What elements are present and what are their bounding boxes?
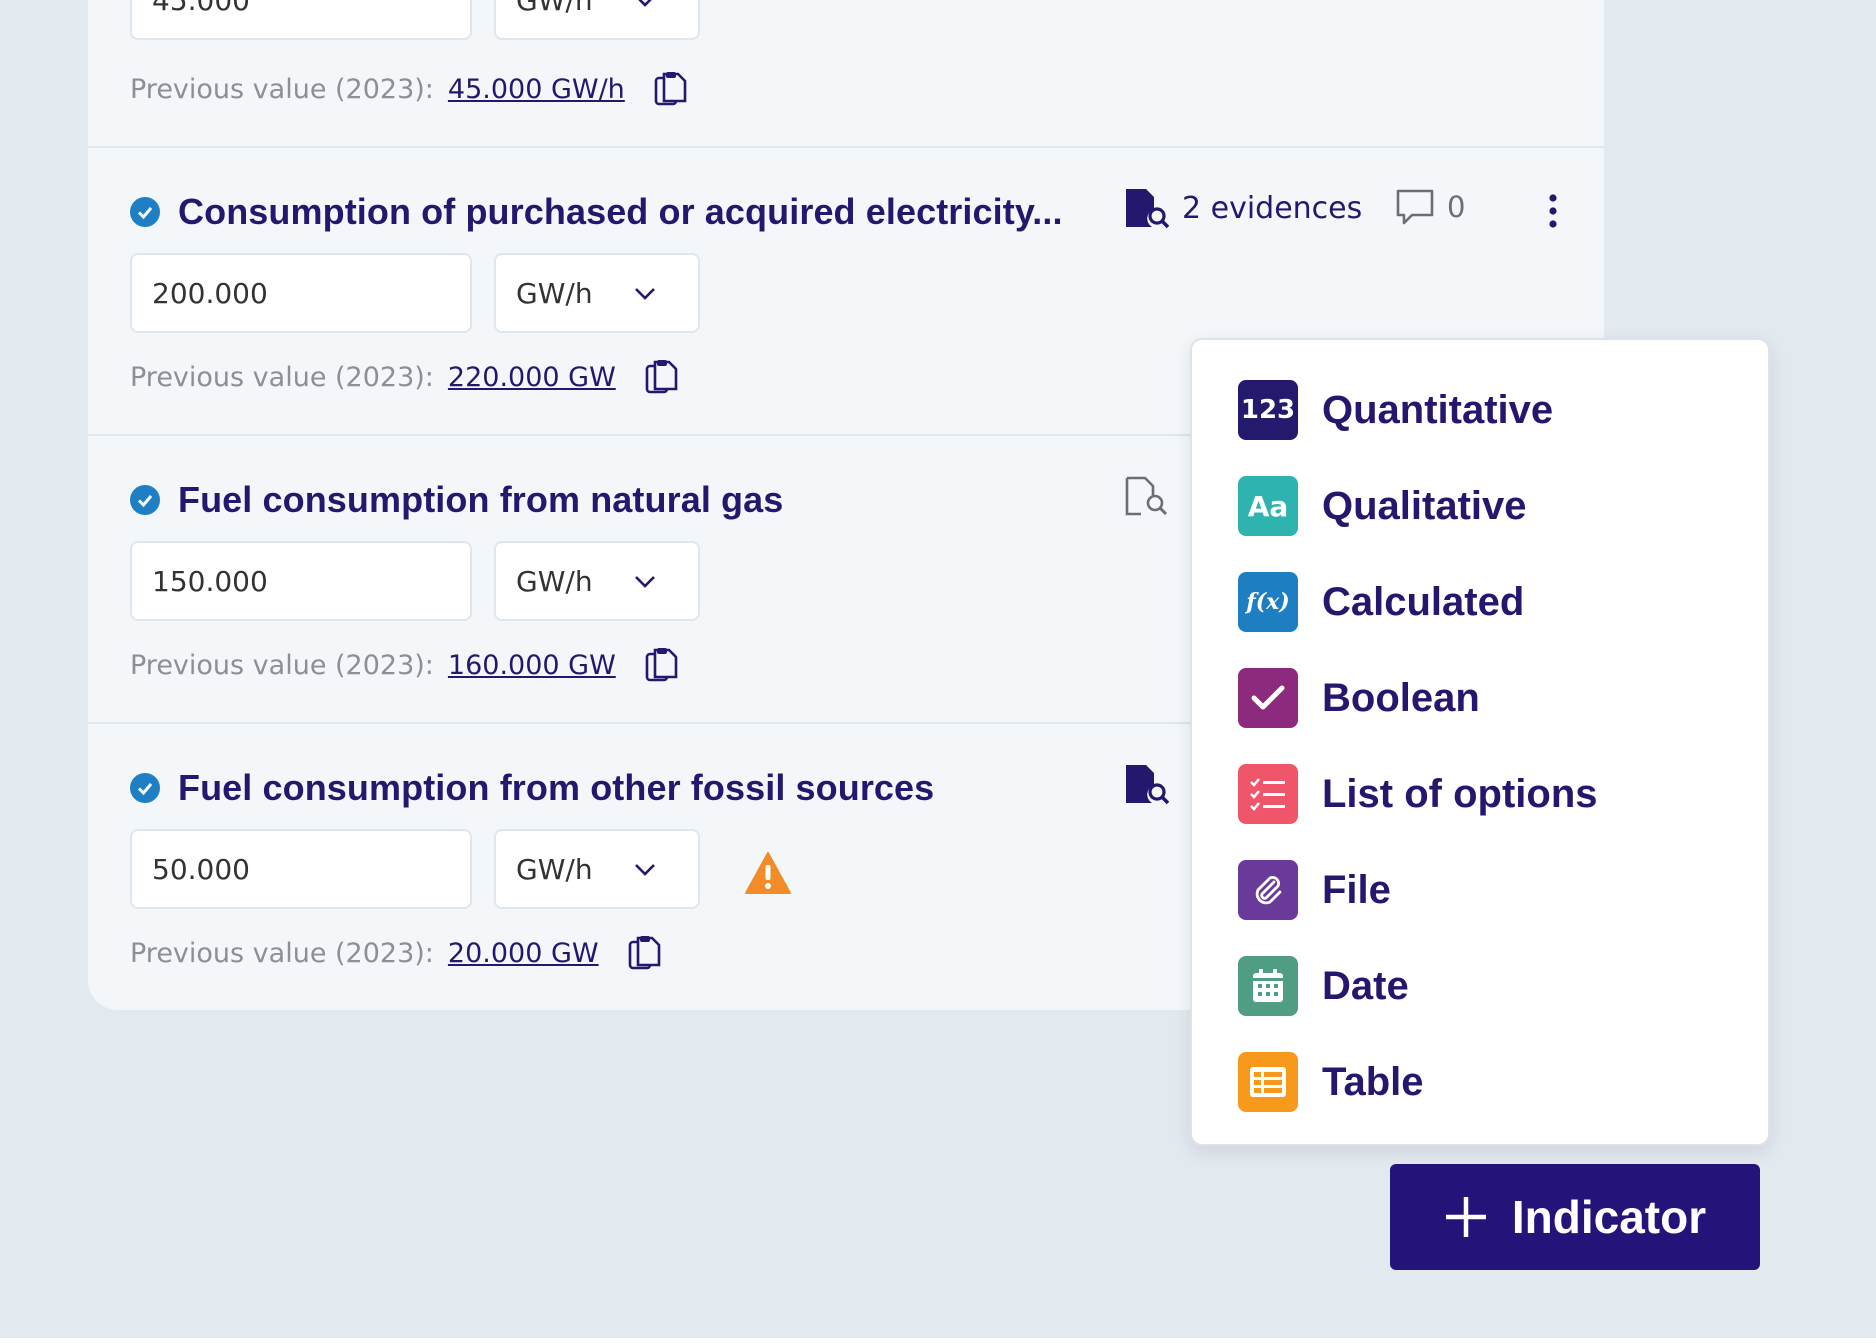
value-input[interactable]: 200.000 (130, 253, 472, 333)
copy-icon[interactable] (627, 934, 663, 972)
evidences-badge[interactable] (1124, 475, 1170, 517)
evidences-count: 2 evidences (1182, 190, 1363, 226)
plus-icon (1445, 1197, 1486, 1237)
previous-value-label: Previous value (2023): (130, 361, 434, 393)
copy-icon[interactable] (644, 358, 680, 396)
add-indicator-button[interactable]: Indicator (1390, 1164, 1760, 1270)
table-icon (1238, 1052, 1298, 1112)
value-text: 200.000 (152, 276, 268, 310)
previous-value-line: Previous value (2023): 220.000 GW (130, 357, 680, 397)
menu-item-quantitative[interactable]: 123 Quantitative (1238, 379, 1553, 441)
menu-item-label: Quantitative (1322, 387, 1554, 432)
indicator-title[interactable]: Consumption of purchased or acquired ele… (178, 191, 1063, 233)
unit-text: GW/h (516, 276, 593, 310)
previous-value-line: Previous value (2023): 20.000 GW (130, 933, 663, 973)
value-text: 45.000 (152, 0, 250, 17)
add-indicator-label: Indicator (1511, 1191, 1707, 1243)
menu-item-table[interactable]: Table (1238, 1051, 1424, 1113)
menu-item-qualitative[interactable]: Aa Qualitative (1238, 475, 1527, 537)
menu-item-file[interactable]: File (1238, 859, 1391, 921)
document-search-outline-icon (1125, 476, 1168, 516)
unit-text: GW/h (516, 0, 593, 17)
menu-item-label: Table (1322, 1059, 1424, 1104)
menu-item-label: Qualitative (1322, 483, 1527, 528)
menu-item-label: Date (1322, 963, 1409, 1008)
unit-text: GW/h (516, 564, 593, 598)
previous-value-link[interactable]: 45.000 GW/h (448, 74, 625, 105)
value-input[interactable]: 50.000 (130, 829, 472, 909)
value-input[interactable]: 45.000 (130, 0, 472, 40)
function-icon: f(x) (1238, 572, 1298, 632)
chevron-down-icon (638, 0, 652, 7)
indicator-title[interactable]: Fuel consumption from other fossil sourc… (178, 767, 934, 809)
value-text: 150.000 (152, 564, 268, 598)
menu-item-label: List of options (1322, 771, 1598, 816)
copy-icon[interactable] (644, 646, 680, 684)
check-circle-icon (130, 485, 160, 515)
document-search-icon (1126, 189, 1170, 229)
comments-badge[interactable]: 0 (1395, 187, 1465, 227)
value-input[interactable]: 150.000 (130, 541, 472, 621)
previous-value-label: Previous value (2023): (130, 649, 434, 681)
menu-item-date[interactable]: Date (1238, 955, 1409, 1017)
checklist-icon (1238, 764, 1298, 824)
evidences-badge[interactable]: 2 evidences (1124, 187, 1362, 229)
row-divider (88, 146, 1604, 148)
indicator-title[interactable]: Fuel consumption from natural gas (178, 479, 783, 521)
value-text: 50.000 (152, 852, 250, 886)
chevron-down-icon (635, 576, 655, 588)
unit-select[interactable]: GW/h (494, 253, 700, 333)
check-circle-icon (130, 197, 160, 227)
copy-icon[interactable] (653, 70, 689, 108)
menu-item-label: Calculated (1322, 579, 1525, 624)
123-icon: 123 (1238, 380, 1298, 440)
evidences-badge[interactable] (1124, 763, 1170, 805)
more-options-icon[interactable] (1543, 193, 1563, 231)
previous-value-link[interactable]: 220.000 GW (448, 362, 616, 393)
document-search-icon (1126, 765, 1170, 805)
menu-item-label: File (1322, 867, 1391, 912)
text-aa-icon: Aa (1238, 476, 1298, 536)
check-circle-icon (130, 773, 160, 803)
comment-icon (1396, 189, 1434, 225)
previous-value-line: Previous value (2023): 45.000 GW/h (130, 69, 689, 109)
indicator-title-line: Consumption of purchased or acquired ele… (130, 187, 1063, 237)
previous-value-label: Previous value (2023): (130, 937, 434, 969)
menu-item-calculated[interactable]: f(x) Calculated (1238, 571, 1524, 633)
paperclip-icon (1238, 860, 1298, 920)
unit-select[interactable]: GW/h (494, 0, 700, 40)
unit-select[interactable]: GW/h (494, 829, 700, 909)
menu-item-list-of-options[interactable]: List of options (1238, 763, 1598, 825)
indicator-title-line: Fuel consumption from natural gas (130, 475, 783, 525)
warning-icon[interactable] (744, 851, 792, 895)
indicator-type-menu: 123 Quantitative Aa Qualitative f(x) Cal… (1190, 338, 1770, 1146)
chevron-down-icon (635, 288, 655, 300)
previous-value-link[interactable]: 20.000 GW (448, 938, 599, 969)
comments-count: 0 (1447, 190, 1466, 224)
indicator-title-line: Fuel consumption from other fossil sourc… (130, 763, 934, 813)
previous-value-line: Previous value (2023): 160.000 GW (130, 645, 680, 685)
menu-item-boolean[interactable]: Boolean (1238, 667, 1480, 729)
unit-text: GW/h (516, 852, 593, 886)
chevron-down-icon (635, 864, 655, 876)
checkmark-icon (1238, 668, 1298, 728)
previous-value-link[interactable]: 160.000 GW (448, 650, 616, 681)
menu-item-label: Boolean (1322, 675, 1480, 720)
previous-value-label: Previous value (2023): (130, 73, 434, 105)
unit-select[interactable]: GW/h (494, 541, 700, 621)
calendar-icon (1238, 956, 1298, 1016)
